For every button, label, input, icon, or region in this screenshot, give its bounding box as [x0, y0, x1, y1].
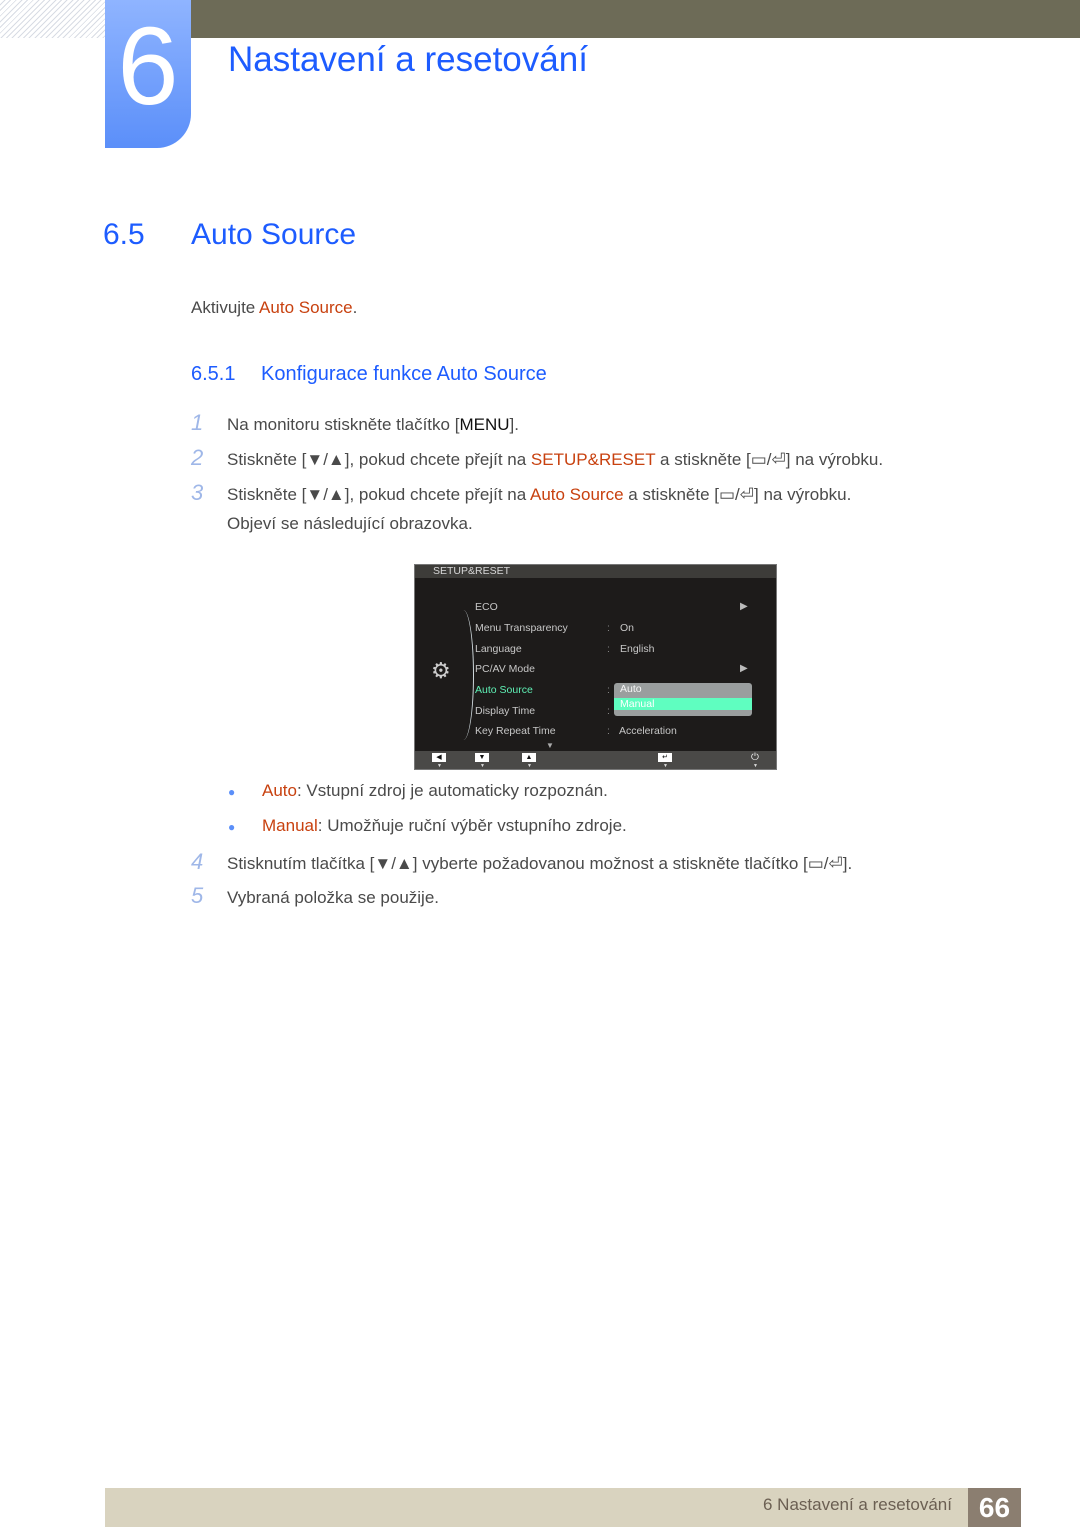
intro-highlight: Auto Source — [259, 298, 353, 317]
osd-colon: : — [607, 684, 610, 696]
osd-item-auto-source: Auto Source — [475, 684, 533, 696]
header-bar — [190, 0, 1080, 38]
step-text-end: ]. — [509, 415, 519, 434]
menu-key: MENU — [459, 415, 510, 434]
bullet-text: : Vstupní zdroj je automaticky rozpoznán… — [296, 781, 608, 800]
intro-text: Aktivujte Auto Source. — [191, 298, 357, 318]
step-text: Na monitoru stiskněte tlačítko [ — [227, 415, 460, 434]
step-number: 4 — [191, 849, 204, 874]
osd-value-key-repeat-time: Acceleration — [619, 725, 677, 737]
step-text: Stisknutím tlačítka [▼/▲] vyberte požado… — [227, 854, 853, 873]
scroll-down-icon: ▼ — [546, 741, 554, 750]
step-text: Stiskněte [▼/▲], pokud chcete přejít na — [227, 485, 530, 504]
header-hatch-decoration — [0, 0, 105, 38]
bullet-dot-icon: ● — [228, 820, 236, 834]
step-number: 2 — [191, 445, 204, 470]
step-text-end: a stiskněte [▭/⏎] na výrobku. — [623, 485, 852, 504]
step-text: Vybraná položka se použije. — [227, 888, 440, 907]
osd-option-manual: Manual — [614, 698, 752, 710]
bullet-highlight: Manual — [262, 816, 318, 835]
arrow-right-icon: ▶ — [740, 663, 748, 674]
tick-icon: ▼ — [527, 763, 532, 769]
osd-menu-screenshot: SETUP&RESET ⚙ ECO ▶ Menu Transparency : … — [414, 564, 777, 770]
osd-value-language: English — [620, 643, 655, 655]
osd-colon: : — [607, 725, 610, 737]
gear-icon: ⚙ — [431, 658, 451, 683]
up-button-icon: ▲ — [522, 753, 536, 762]
step-highlight: SETUP&RESET — [530, 450, 656, 469]
bullet-auto: ● Auto: Vstupní zdroj je automaticky rozp… — [228, 781, 608, 801]
osd-item-language: Language — [475, 643, 522, 655]
intro-suffix: . — [352, 298, 358, 317]
intro-prefix: Aktivujte — [191, 298, 260, 317]
osd-item-display-time: Display Time — [475, 705, 536, 717]
step-2: 2 Stiskněte [▼/▲], pokud chcete přejít na… — [191, 445, 883, 471]
osd-item-key-repeat-time: Key Repeat Time — [475, 725, 556, 737]
osd-value-menu-transparency: On — [620, 622, 635, 634]
down-button-icon: ▼ — [475, 753, 489, 762]
section-number: 6.5 — [103, 218, 145, 251]
tick-icon: ▼ — [663, 763, 668, 769]
tick-icon: ▼ — [480, 763, 485, 769]
tick-icon: ▼ — [437, 763, 442, 769]
bullet-manual: ● Manual: Umožňuje ruční výběr vstupního … — [228, 816, 627, 836]
osd-item-menu-transparency: Menu Transparency — [475, 622, 568, 634]
step-number: 3 — [191, 480, 204, 505]
step-1: 1 Na monitoru stiskněte tlačítko [MENU]. — [191, 410, 519, 436]
step-highlight: Auto Source — [529, 485, 624, 504]
subsection-title: Konfigurace funkce Auto Source — [261, 363, 547, 385]
step-3: 3 Stiskněte [▼/▲], pokud chcete přejít na… — [191, 480, 851, 506]
osd-dropdown: Auto Manual — [614, 683, 752, 716]
enter-button-icon: ↵ — [658, 753, 672, 762]
osd-colon: : — [607, 622, 610, 634]
osd-colon: : — [607, 705, 610, 717]
step-text-end: a stiskněte [▭/⏎] na výrobku. — [655, 450, 884, 469]
step-text: Stiskněte [▼/▲], pokud chcete přejít na — [227, 450, 531, 469]
osd-header: SETUP&RESET — [415, 565, 776, 578]
step-number: 1 — [191, 410, 204, 435]
bullet-dot-icon: ● — [228, 785, 236, 799]
osd-colon: : — [607, 643, 610, 655]
chapter-number: 6 — [117, 5, 179, 128]
step-3-note: Objeví se následující obrazovka. — [191, 514, 473, 534]
bullet-text: : Umožňuje ruční výběr vstupního zdroje. — [317, 816, 627, 835]
osd-item-eco: ECO — [475, 601, 498, 613]
step-text: Objeví se následující obrazovka. — [227, 514, 473, 533]
power-icon: ⏻ — [751, 752, 759, 763]
arrow-right-icon: ▶ — [740, 601, 748, 612]
osd-option-auto: Auto — [620, 683, 642, 695]
osd-footer: ◀ ▼ ▼ ▼ ▲ ▼ ↵ ▼ ⏻ ▼ — [415, 751, 776, 769]
step-5: 5 Vybraná položka se použije. — [191, 883, 439, 909]
subsection-number: 6.5.1 — [191, 363, 236, 385]
footer-chapter-label: 6 Nastavení a resetování — [762, 1495, 952, 1514]
bullet-highlight: Auto — [262, 781, 297, 800]
section-title: Auto Source — [191, 218, 357, 251]
step-number: 5 — [191, 883, 204, 908]
osd-arc-decoration — [453, 610, 474, 740]
step-4: 4 Stisknutím tlačítka [▼/▲] vyberte požad… — [191, 849, 852, 875]
chapter-title: Nastavení a resetování — [228, 40, 588, 79]
left-button-icon: ◀ — [432, 753, 446, 762]
osd-item-pcav-mode: PC/AV Mode — [475, 663, 535, 675]
tick-icon: ▼ — [753, 763, 758, 769]
page-number: 66 — [968, 1488, 1021, 1527]
